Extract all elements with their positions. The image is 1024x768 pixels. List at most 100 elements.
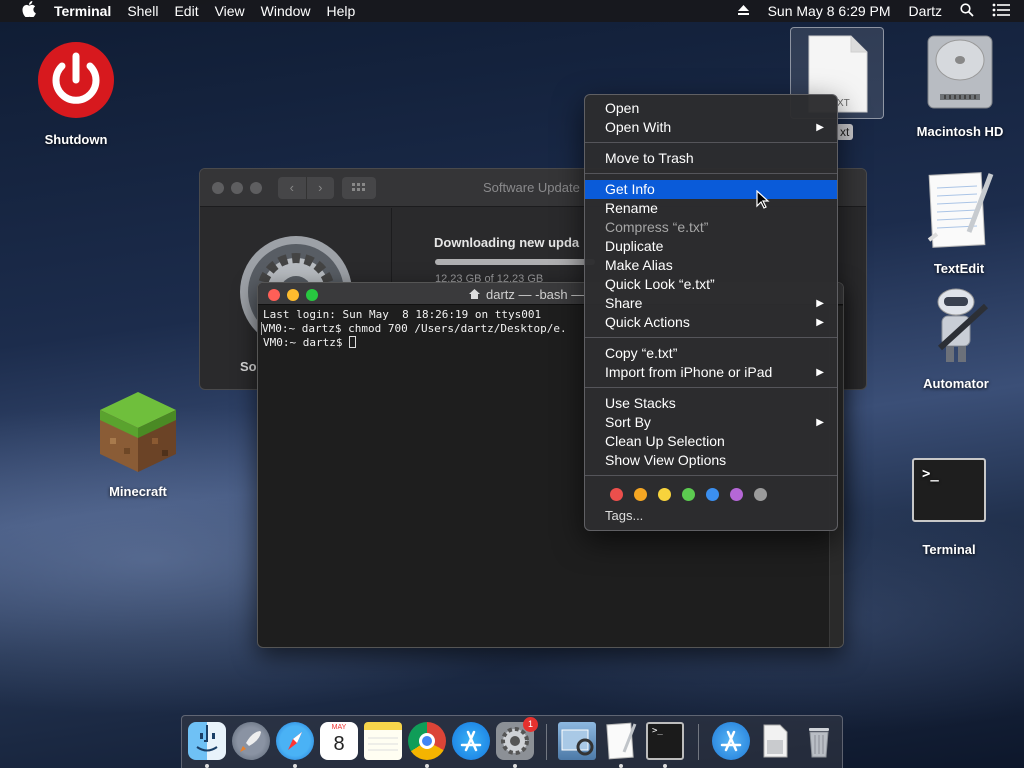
menu-item-use-stacks[interactable]: Use Stacks [585, 394, 837, 413]
menu-edit[interactable]: Edit [166, 3, 206, 19]
menubar-clock[interactable]: Sun May 8 6:29 PM [759, 3, 900, 19]
terminal-cursor[interactable] [349, 336, 357, 348]
dock-preview[interactable] [558, 722, 596, 760]
desktop-label-textedit: TextEdit [933, 261, 985, 276]
zoom-button-inactive[interactable] [250, 182, 262, 194]
menu-item-label: Open With [605, 119, 672, 135]
tag-gray[interactable] [754, 487, 767, 501]
dock-app-store[interactable] [452, 722, 490, 760]
dock-applications-folder[interactable] [712, 722, 750, 760]
rocket-icon [240, 731, 261, 752]
menu-app-terminal[interactable]: Terminal [54, 3, 119, 19]
menu-item-quick-actions[interactable]: Quick Actions ▶ [585, 313, 837, 332]
menu-item-sort-by[interactable]: Sort By ▶ [585, 413, 837, 432]
menu-item-tags[interactable]: Tags... [585, 506, 837, 525]
submenu-arrow-icon: ▶ [816, 417, 824, 428]
menu-item-rename[interactable]: Rename [585, 199, 837, 218]
mouse-pointer-icon [756, 190, 770, 209]
minecraft-block-icon [100, 392, 176, 472]
minimize-button[interactable] [287, 289, 299, 301]
menubar-user[interactable]: Dartz [900, 3, 951, 19]
dock-safari[interactable] [276, 722, 314, 760]
desktop-icon-minecraft[interactable]: Minecraft [92, 388, 184, 499]
tag-purple[interactable] [730, 487, 743, 501]
menu-item-quick-look[interactable]: Quick Look “e.txt” [585, 275, 837, 294]
menu-bar: Terminal Shell Edit View Window Help Sun… [0, 0, 1024, 22]
home-folder-icon [468, 287, 481, 305]
back-chevron-icon[interactable]: ‹ [278, 177, 307, 199]
desktop-icon-textedit[interactable]: TextEdit [912, 168, 1006, 276]
desktop-icon-shutdown[interactable]: Shutdown [30, 40, 122, 147]
menu-item-share[interactable]: Share ▶ [585, 294, 837, 313]
desktop-icon-automator[interactable]: Automator [908, 286, 1004, 391]
menu-item-show-view-options[interactable]: Show View Options [585, 451, 837, 470]
minimize-button-inactive[interactable] [231, 182, 243, 194]
dock-documents-folder[interactable] [756, 722, 794, 760]
menu-help[interactable]: Help [318, 3, 363, 19]
download-status-text: Downloading new upda [434, 235, 580, 250]
submenu-arrow-icon: ▶ [816, 298, 824, 309]
context-menu: Open Open With ▶ Move to Trash Get Info R… [584, 94, 838, 531]
chrome-center-icon [419, 733, 435, 749]
desktop-label-macintosh-hd: Macintosh HD [916, 124, 1004, 139]
notes-lines-icon [368, 737, 398, 751]
desktop-icon-macintosh-hd[interactable]: Macintosh HD [906, 30, 1014, 139]
close-button-inactive[interactable] [212, 182, 224, 194]
dock-system-preferences[interactable]: 1 [496, 717, 538, 760]
app-store-a-icon [460, 730, 482, 752]
menu-item-label: Import from iPhone or iPad [605, 364, 773, 380]
running-indicator [293, 764, 297, 768]
menu-item-label: Sort By [605, 414, 651, 430]
close-button[interactable] [268, 289, 280, 301]
dock-chrome[interactable] [408, 722, 446, 760]
zoom-button[interactable] [306, 289, 318, 301]
menu-window[interactable]: Window [253, 3, 319, 19]
tag-yellow[interactable] [658, 487, 671, 501]
software-update-title: Software Update [483, 180, 580, 195]
automator-robot-icon [937, 288, 989, 362]
dock-launchpad[interactable] [232, 722, 270, 760]
dock-notes[interactable] [364, 722, 402, 760]
menu-item-open[interactable]: Open [585, 99, 837, 118]
back-forward-buttons: ‹ › [278, 177, 334, 199]
dock: MAY 8 1 >_ [181, 715, 843, 768]
menu-item-clean-up-selection[interactable]: Clean Up Selection [585, 432, 837, 451]
menu-item-compress[interactable]: Compress “e.txt” [585, 218, 837, 237]
dock-textedit[interactable] [602, 722, 640, 760]
terminal-prompt: VM0:~ dartz$ [263, 336, 350, 349]
eject-icon[interactable] [728, 3, 759, 19]
spotlight-search-icon[interactable] [951, 2, 983, 20]
desktop-icon-terminal[interactable]: >_ Terminal [902, 458, 996, 557]
menu-item-duplicate[interactable]: Duplicate [585, 237, 837, 256]
menu-item-get-info[interactable]: Get Info [585, 180, 837, 199]
menu-separator [585, 387, 837, 388]
tag-orange[interactable] [634, 487, 647, 501]
preview-magnifier-icon [561, 729, 594, 756]
running-indicator [663, 764, 667, 768]
tag-red[interactable] [610, 487, 623, 501]
dock-finder[interactable] [188, 722, 226, 760]
show-all-grid-icon[interactable] [342, 177, 376, 199]
menu-item-make-alias[interactable]: Make Alias [585, 256, 837, 275]
tag-blue[interactable] [706, 487, 719, 501]
menu-shell[interactable]: Shell [119, 3, 166, 19]
submenu-arrow-icon: ▶ [816, 317, 824, 328]
textedit-icon [927, 172, 994, 248]
applications-a-icon [720, 730, 742, 752]
menu-item-open-with[interactable]: Open With ▶ [585, 118, 837, 137]
forward-chevron-icon[interactable]: › [307, 177, 335, 199]
dock-calendar[interactable]: MAY 8 [320, 722, 358, 760]
submenu-arrow-icon: ▶ [816, 122, 824, 133]
compass-icon [288, 732, 302, 750]
menu-item-copy[interactable]: Copy “e.txt” [585, 344, 837, 363]
power-icon [38, 42, 114, 118]
menu-item-move-to-trash[interactable]: Move to Trash [585, 149, 837, 168]
notification-center-icon[interactable] [983, 3, 1024, 20]
dock-terminal[interactable]: >_ [646, 722, 684, 760]
apple-menu-icon[interactable] [18, 1, 40, 21]
tag-green[interactable] [682, 487, 695, 501]
dock-trash[interactable] [800, 722, 838, 760]
menu-item-import-from-iphone[interactable]: Import from iPhone or iPad ▶ [585, 363, 837, 382]
menu-view[interactable]: View [207, 3, 253, 19]
hard-drive-icon [927, 35, 993, 109]
